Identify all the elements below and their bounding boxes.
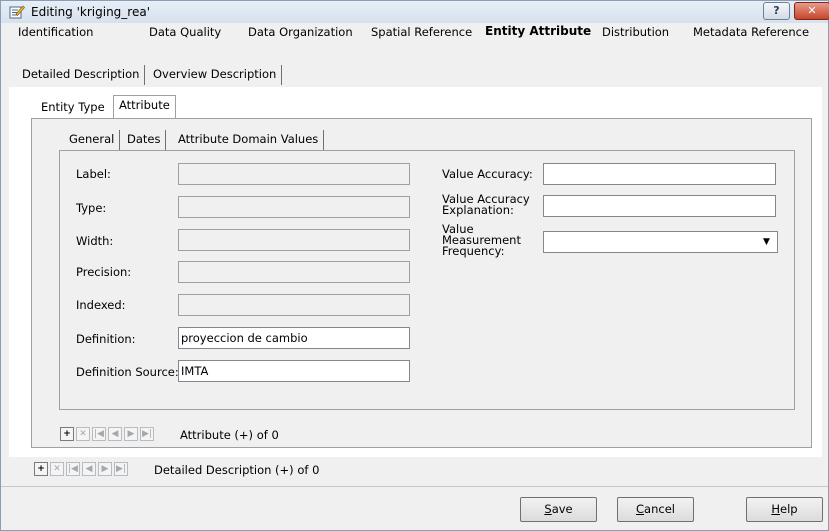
- title-bar: Editing 'kriging_rea' ? ✕: [1, 1, 829, 23]
- edit-document-icon: [9, 5, 25, 19]
- save-button-label: ave: [551, 502, 573, 516]
- definition-source-label: Definition Source:: [76, 365, 179, 379]
- title-help-button[interactable]: ?: [763, 2, 790, 20]
- type-field[interactable]: [178, 196, 410, 218]
- tab-general[interactable]: General: [64, 130, 121, 150]
- chevron-down-icon[interactable]: ▼: [758, 234, 775, 250]
- tab-entity-attribute[interactable]: Entity Attribute: [485, 24, 591, 38]
- attribute-record-navigator: + ✕ |◀ ◀ ▶ ▶|: [60, 427, 156, 443]
- help-button[interactable]: Help: [746, 497, 823, 522]
- previous-record-icon[interactable]: ◀: [108, 427, 122, 441]
- first-record-icon[interactable]: |◀: [66, 462, 80, 476]
- last-record-icon[interactable]: ▶|: [140, 427, 154, 441]
- indexed-label: Indexed:: [76, 298, 126, 312]
- definition-label: Definition:: [76, 332, 136, 346]
- tab-detailed-description[interactable]: Detailed Description: [17, 65, 146, 85]
- help-button-mnemonic: H: [771, 502, 781, 516]
- tab-attribute[interactable]: Attribute: [113, 95, 176, 119]
- value-accuracy-label: Value Accuracy:: [442, 167, 533, 181]
- window-title: Editing 'kriging_rea': [31, 5, 151, 19]
- label-label: Label:: [76, 167, 111, 181]
- previous-record-icon[interactable]: ◀: [82, 462, 96, 476]
- value-measurement-frequency-select[interactable]: ▼: [543, 231, 778, 253]
- tab-data-organization[interactable]: Data Organization: [248, 25, 353, 39]
- delete-detailed-description-icon[interactable]: ✕: [50, 462, 64, 476]
- type-label: Type:: [76, 201, 107, 215]
- editor-window: Editing 'kriging_rea' ? ✕ Identification…: [0, 0, 829, 531]
- definition-source-field[interactable]: IMTA: [178, 360, 410, 382]
- delete-attribute-icon[interactable]: ✕: [76, 427, 90, 441]
- help-button-label: elp: [780, 502, 798, 516]
- width-field[interactable]: [178, 229, 410, 251]
- next-record-icon[interactable]: ▶: [124, 427, 138, 441]
- cancel-button-label: ancel: [644, 502, 675, 516]
- detailed-description-record-count: Detailed Description (+) of 0: [154, 463, 320, 477]
- add-detailed-description-icon[interactable]: +: [34, 462, 48, 476]
- detailed-description-navigator: + ✕ |◀ ◀ ▶ ▶|: [34, 462, 130, 478]
- last-record-icon[interactable]: ▶|: [114, 462, 128, 476]
- label-field[interactable]: [178, 163, 410, 185]
- tab-overview-description[interactable]: Overview Description: [148, 65, 283, 85]
- tab-dates[interactable]: Dates: [122, 130, 167, 150]
- width-label: Width:: [76, 234, 114, 248]
- value-accuracy-explanation-field[interactable]: [543, 195, 776, 217]
- save-button[interactable]: Save: [520, 497, 597, 522]
- value-accuracy-field[interactable]: [543, 163, 776, 185]
- indexed-field[interactable]: [178, 294, 410, 316]
- tab-metadata-reference[interactable]: Metadata Reference: [693, 25, 809, 39]
- first-record-icon[interactable]: |◀: [92, 427, 106, 441]
- tab-data-quality[interactable]: Data Quality: [149, 25, 221, 39]
- attribute-record-count: Attribute (+) of 0: [180, 428, 279, 442]
- tab-attribute-domain-values[interactable]: Attribute Domain Values: [173, 130, 325, 150]
- tab-entity-type[interactable]: Entity Type: [36, 98, 110, 118]
- main-tab-strip: Identification Data Quality Data Organiz…: [1, 23, 828, 41]
- next-record-icon[interactable]: ▶: [98, 462, 112, 476]
- value-measurement-frequency-label: Value Measurement Frequency:: [442, 222, 521, 258]
- tab-identification[interactable]: Identification: [18, 25, 93, 39]
- precision-field[interactable]: [178, 261, 410, 283]
- divider: [1, 486, 828, 487]
- close-button[interactable]: ✕: [794, 2, 829, 20]
- cancel-button[interactable]: Cancel: [617, 497, 694, 522]
- add-attribute-icon[interactable]: +: [60, 427, 74, 441]
- save-button-mnemonic: S: [544, 502, 552, 516]
- cancel-button-mnemonic: C: [636, 502, 645, 516]
- value-accuracy-explanation-label: Value Accuracy Explanation:: [442, 192, 530, 217]
- tab-spatial-reference[interactable]: Spatial Reference: [371, 25, 472, 39]
- tab-distribution[interactable]: Distribution: [602, 25, 669, 39]
- precision-label: Precision:: [76, 265, 132, 279]
- definition-field[interactable]: proyeccion de cambio: [178, 327, 410, 349]
